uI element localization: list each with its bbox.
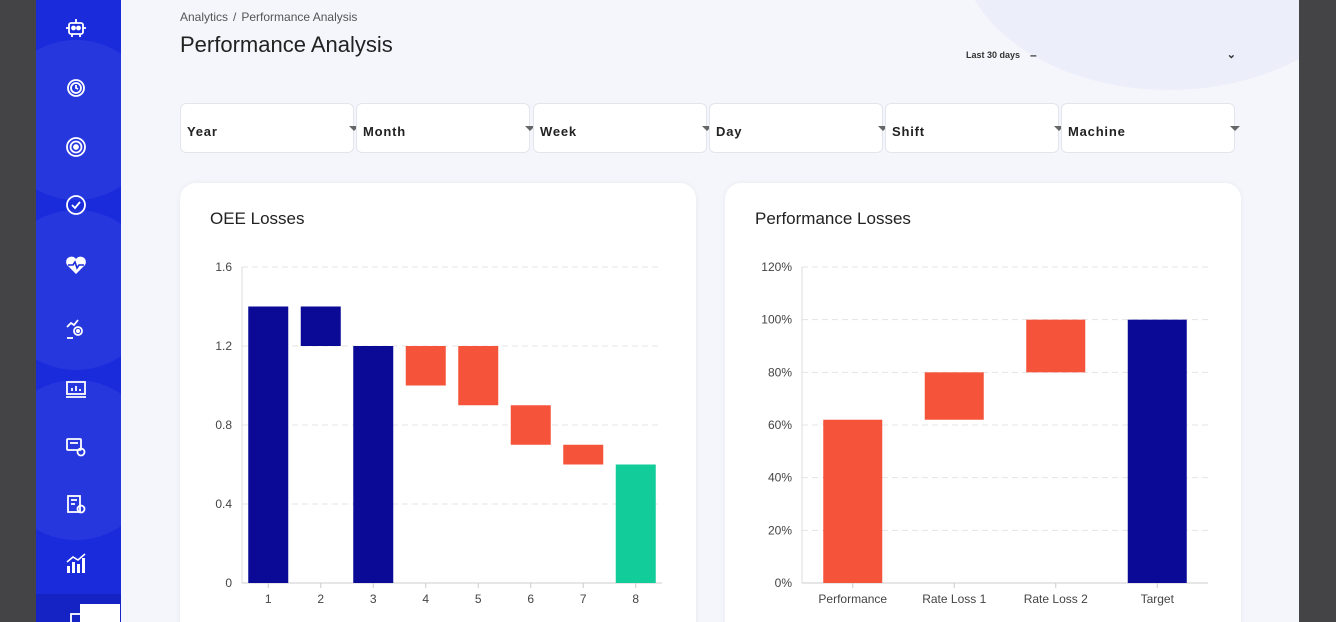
waterfall-bar[interactable]	[458, 346, 499, 406]
x-tick-label: 1	[265, 592, 272, 606]
date-range-value: Last 30 days	[966, 50, 1021, 60]
filter-label: Week	[540, 124, 577, 139]
monitor-chart-icon[interactable]	[60, 374, 92, 406]
filter-month[interactable]: Month	[356, 103, 535, 153]
waterfall-bar[interactable]	[248, 306, 289, 584]
waterfall-bar[interactable]	[1127, 319, 1187, 583]
document-gear-icon[interactable]	[60, 488, 92, 520]
filter-label: Year	[187, 124, 218, 139]
performance-losses-card: Performance Losses 0% 20% 40% 60% 80% 100% 120…	[725, 183, 1241, 622]
background-decoration	[959, 0, 1299, 90]
breadcrumb-link-analytics[interactable]: Analytics	[180, 10, 228, 24]
sidebar	[36, 0, 121, 622]
filter-year[interactable]: Year	[180, 103, 359, 153]
oee-losses-card: OEE Losses 0 0.4 0.8 1.2 1.6 1 2 3 4 5 6 7 8	[180, 183, 696, 622]
corner-decoration	[80, 604, 120, 622]
x-tick-label: Rate Loss 2	[1024, 592, 1088, 606]
dash-icon: –	[1030, 48, 1037, 62]
x-tick-label: Performance	[818, 592, 887, 606]
x-tick-label: 7	[580, 592, 587, 606]
app-window: Analytics / Performance Analysis Performan…	[36, 0, 1299, 622]
y-tick-label: 120%	[761, 260, 792, 274]
waterfall-bar[interactable]	[1026, 319, 1086, 373]
chart-title: OEE Losses	[210, 209, 305, 228]
waterfall-bar[interactable]	[353, 346, 394, 583]
performance-losses-chart: 0% 20% 40% 60% 80% 100% 120% Performance Rate Lo…	[761, 260, 1208, 606]
y-tick-label: 80%	[768, 365, 792, 379]
y-tick-label: 1.6	[215, 260, 232, 274]
waterfall-bar[interactable]	[300, 306, 341, 347]
x-tick-label: 2	[317, 592, 324, 606]
filter-shift[interactable]: Shift	[885, 103, 1064, 153]
check-badge-icon[interactable]	[60, 189, 92, 221]
hand-gear-icon[interactable]	[60, 313, 92, 345]
y-tick-label: 20%	[768, 523, 792, 537]
caret-down-icon	[1230, 126, 1240, 131]
waterfall-bar[interactable]	[615, 464, 656, 584]
robot-icon[interactable]	[60, 12, 92, 44]
sidebar-decoration	[36, 210, 121, 370]
y-tick-label: 0.8	[215, 418, 232, 432]
y-tick-label: 1.2	[215, 339, 232, 353]
x-tick-label: 8	[632, 592, 639, 606]
y-tick-label: 60%	[768, 418, 792, 432]
y-tick-label: 40%	[768, 471, 792, 485]
x-tick-label: 3	[370, 592, 377, 606]
y-tick-label: 100%	[761, 313, 792, 327]
breadcrumb-current: Performance Analysis	[241, 10, 358, 24]
waterfall-bar[interactable]	[924, 372, 984, 420]
chevron-down-icon: ⌄	[1226, 49, 1236, 61]
y-tick-label: 0%	[775, 576, 793, 590]
x-tick-label: 5	[475, 592, 482, 606]
x-tick-label: Rate Loss 1	[922, 592, 986, 606]
oee-losses-chart: 0 0.4 0.8 1.2 1.6 1 2 3 4 5 6 7 8	[215, 260, 662, 606]
filter-label: Month	[363, 124, 406, 139]
date-range-select[interactable]: Last 30 days – ⌄	[966, 48, 1236, 68]
page-title: Performance Analysis	[180, 32, 393, 57]
x-tick-label: 6	[527, 592, 534, 606]
waterfall-bar[interactable]	[563, 444, 604, 465]
filter-label: Day	[716, 124, 743, 139]
sidebar-decoration	[36, 40, 121, 200]
waterfall-bar[interactable]	[405, 346, 446, 386]
filter-machine[interactable]: Machine	[1061, 103, 1240, 153]
y-tick-label: 0.4	[215, 497, 232, 511]
factory-settings-icon[interactable]	[60, 431, 92, 463]
chart-title: Performance Losses	[755, 209, 911, 228]
filter-week[interactable]: Week	[533, 103, 712, 153]
waterfall-bar[interactable]	[823, 419, 883, 583]
bar-chart-icon[interactable]	[60, 548, 92, 580]
clock-gear-icon[interactable]	[60, 72, 92, 104]
heartbeat-icon[interactable]	[60, 249, 92, 281]
x-tick-label: Target	[1141, 592, 1175, 606]
breadcrumb: Analytics / Performance Analysis	[180, 10, 357, 24]
waterfall-bar[interactable]	[510, 405, 551, 445]
filter-label: Machine	[1068, 124, 1126, 139]
breadcrumb-separator: /	[233, 10, 237, 24]
target-icon[interactable]	[60, 131, 92, 163]
filter-label: Shift	[892, 124, 925, 139]
filter-day[interactable]: Day	[709, 103, 888, 153]
y-tick-label: 0	[225, 576, 232, 590]
x-tick-label: 4	[422, 592, 429, 606]
